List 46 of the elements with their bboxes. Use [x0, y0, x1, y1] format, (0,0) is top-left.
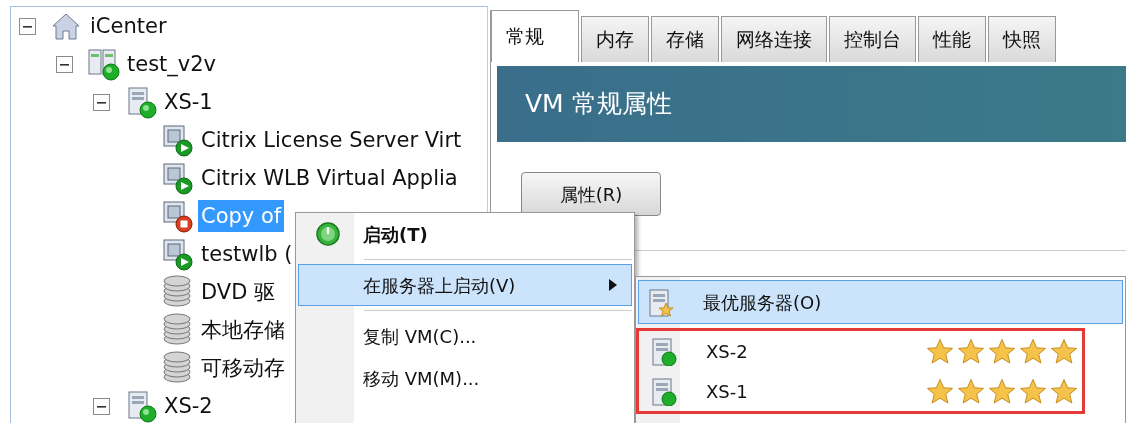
properties-button[interactable]: 属性(R)	[521, 172, 661, 216]
submenu-item[interactable]: XS-2	[641, 331, 1080, 371]
tree-item[interactable]: DVD 驱	[198, 276, 278, 308]
collapse-icon[interactable]	[93, 397, 110, 415]
star-icon	[988, 337, 1016, 365]
submenu-item[interactable]: XS-1	[641, 371, 1080, 411]
menu-item[interactable]: 移动 VM(M)...	[298, 357, 632, 399]
tree-item[interactable]: 可移动存	[198, 352, 288, 384]
star-icon	[1050, 377, 1078, 405]
collapse-icon[interactable]	[19, 17, 36, 35]
star-icon	[1019, 377, 1047, 405]
tab[interactable]: 快照	[988, 16, 1056, 62]
power-icon	[315, 221, 341, 247]
star-icon	[957, 337, 985, 365]
menu-item[interactable]: 在服务器上启动(V)	[298, 264, 632, 306]
server-pool-icon	[86, 47, 120, 81]
tab[interactable]: 网络连接	[721, 16, 827, 62]
collapse-icon[interactable]	[56, 55, 73, 73]
storage-disk-icon	[160, 275, 194, 309]
storage-disk-icon	[160, 351, 194, 385]
tree-item[interactable]: iCenter	[87, 10, 170, 42]
tab[interactable]: 存储	[651, 16, 719, 62]
collapse-icon[interactable]	[93, 93, 110, 111]
tree-item[interactable]: Citrix WLB Virtual Applia	[198, 162, 461, 194]
tree-item[interactable]: XS-1	[161, 86, 216, 118]
tree-item[interactable]: 本地存储	[198, 314, 288, 346]
star-icon	[926, 337, 954, 365]
tree-item[interactable]: testwlb (	[198, 238, 296, 270]
tab[interactable]: 控制台	[829, 16, 916, 62]
tab[interactable]: 常规	[491, 10, 579, 62]
menu-item[interactable]: 启动(T)	[298, 213, 632, 255]
star-icon	[1050, 337, 1078, 365]
star-icon	[957, 377, 985, 405]
submenu-item[interactable]: 最优服务器(O)	[638, 280, 1123, 324]
tree-item[interactable]: Citrix License Server Virt	[198, 124, 465, 156]
tab[interactable]: 性能	[918, 16, 986, 62]
star-icon	[988, 377, 1016, 405]
menu-item[interactable]: 复制 VM(C)...	[298, 315, 632, 357]
submenu-arrow-icon	[609, 279, 617, 291]
panel-title: VM 常规属性	[525, 88, 672, 121]
tab[interactable]: 内存	[581, 16, 649, 62]
star-icon	[1019, 337, 1047, 365]
tree-item[interactable]: test_v2v	[124, 48, 220, 80]
star-icon	[926, 377, 954, 405]
storage-disk-icon	[160, 313, 194, 347]
tree-item[interactable]: XS-2	[161, 390, 216, 422]
